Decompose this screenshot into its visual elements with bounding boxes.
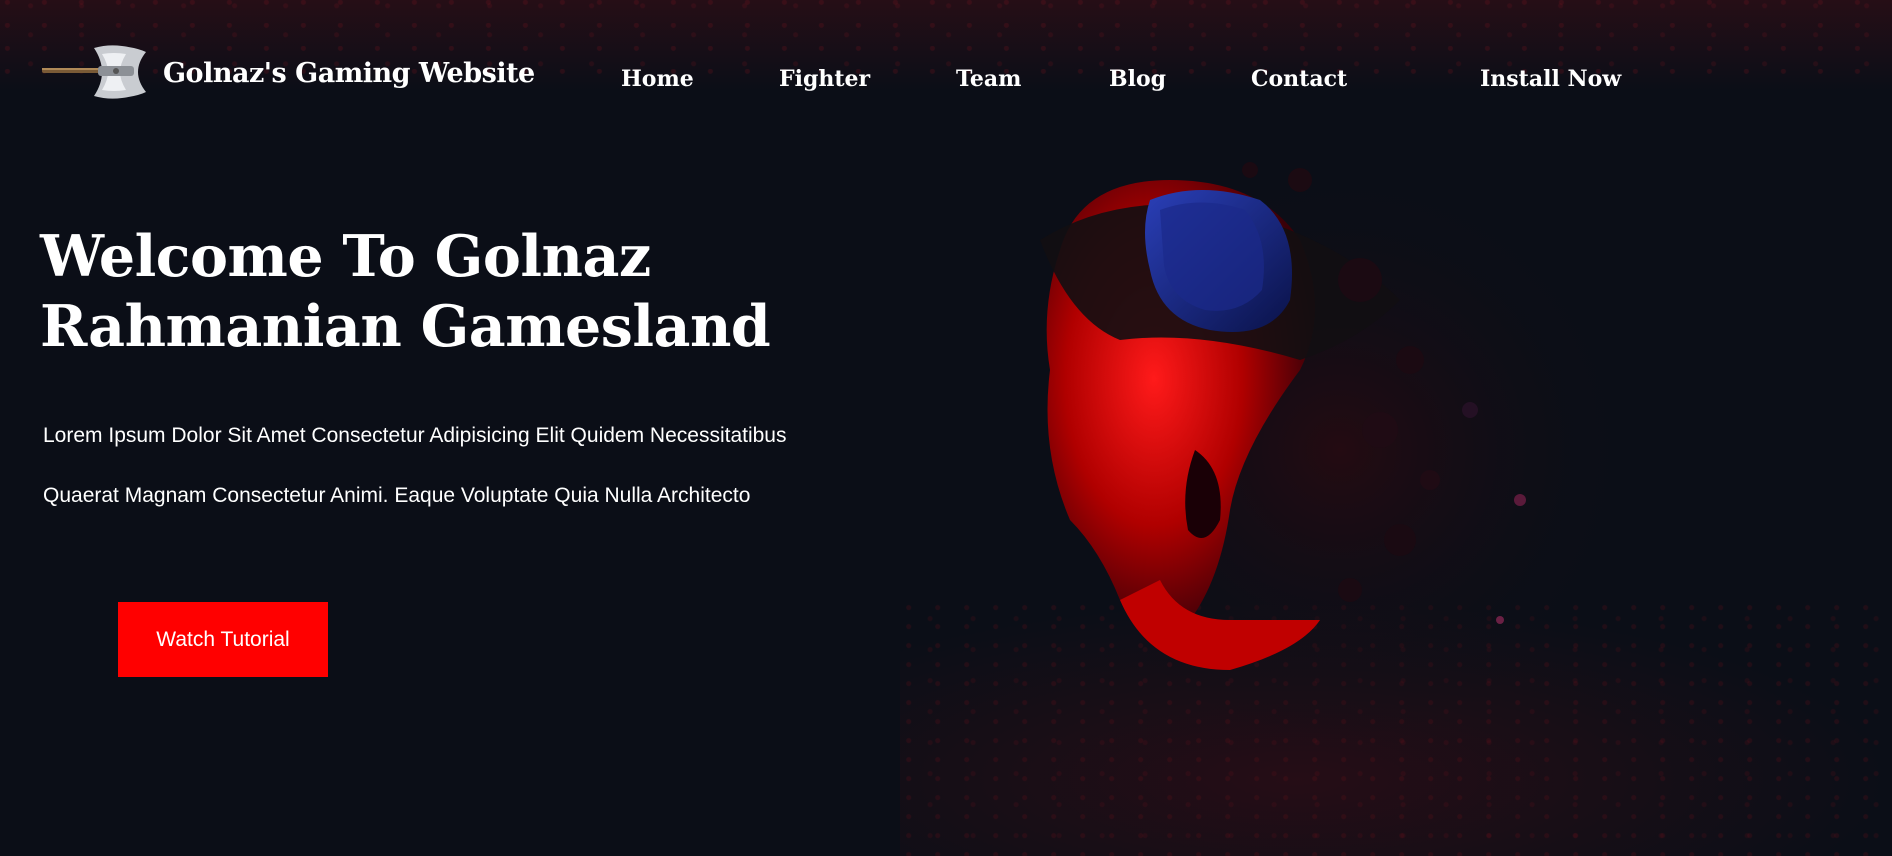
hero-title-line2: Rahmanian Gamesland [40, 293, 771, 360]
nav-home[interactable]: Home [621, 66, 694, 92]
nav-contact[interactable]: Contact [1251, 66, 1347, 92]
site-title[interactable]: Golnaz's Gaming Website [163, 58, 535, 89]
nav-fighter[interactable]: Fighter [779, 66, 870, 92]
hero-paragraph-line1: Lorem Ipsum Dolor Sit Amet Consectetur A… [43, 424, 787, 447]
hero-title: Welcome To Golnaz Rahmanian Gamesland [40, 222, 860, 362]
watch-tutorial-button[interactable]: Watch Tutorial [118, 602, 328, 677]
nav-install-now[interactable]: Install Now [1480, 66, 1621, 92]
vr-gamer-illustration [1000, 150, 1640, 750]
page: Golnaz's Gaming Website Home Fighter Tea… [0, 0, 1892, 856]
battle-axe-icon[interactable] [42, 44, 152, 100]
nav-blog[interactable]: Blog [1109, 66, 1166, 92]
hero-title-line1: Welcome To Golnaz [40, 223, 651, 290]
nav-team[interactable]: Team [956, 66, 1021, 92]
hero-paragraph-line2: Quaerat Magnam Consectetur Animi. Eaque … [43, 484, 751, 507]
